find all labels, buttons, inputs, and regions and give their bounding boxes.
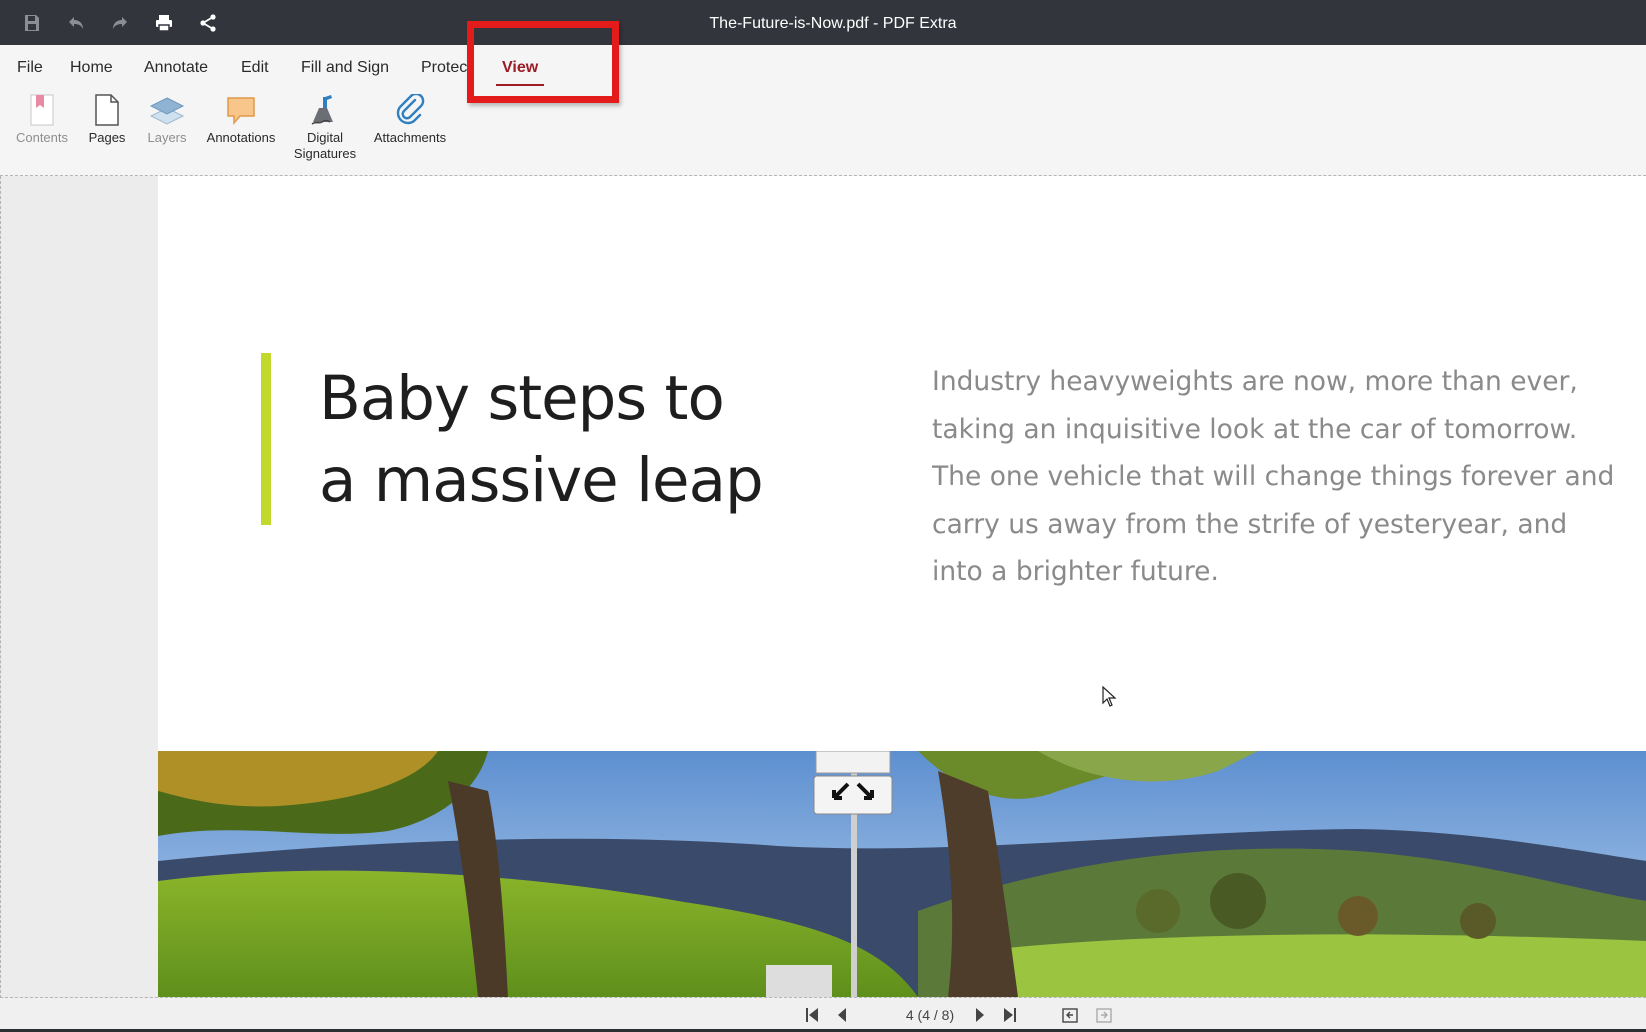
comment-icon (227, 97, 255, 126)
status-bar: 4 (4 / 8) (0, 998, 1646, 1032)
tab-file-label: File (17, 59, 43, 76)
digital-signatures-label-line2: Signatures (293, 146, 357, 161)
page-icon (95, 94, 119, 126)
layers-label: Layers (147, 130, 187, 145)
body-line: taking an inquisitive look at the car of… (932, 413, 1578, 445)
previous-page-button[interactable] (830, 1003, 854, 1027)
body-line: The one vehicle that will change things … (932, 461, 1615, 492)
go-back-view-button[interactable] (1058, 1003, 1082, 1027)
page-back-icon (1062, 1008, 1078, 1023)
digital-signatures-button[interactable]: Digital Signatures (285, 92, 365, 162)
headline: Baby steps to a massive leap (319, 358, 839, 522)
signature-pen-icon (311, 95, 333, 125)
digital-signatures-label-line1: Digital (306, 130, 344, 145)
tab-home[interactable]: Home (70, 54, 113, 84)
headline-line-2: a massive leap (319, 445, 764, 516)
pages-label: Pages (88, 130, 126, 145)
document-workspace: Baby steps to a massive leap Industry he… (0, 176, 1646, 998)
go-forward-view-button[interactable] (1092, 1003, 1116, 1027)
tab-fill-and-sign[interactable]: Fill and Sign (301, 54, 389, 84)
attachments-label: Attachments (373, 130, 447, 145)
landscape-photo (158, 751, 1646, 997)
contents-label: Contents (15, 130, 69, 145)
active-tab-underline (496, 84, 545, 86)
page-forward-icon (1096, 1008, 1112, 1023)
tab-annotate[interactable]: Annotate (144, 54, 208, 84)
last-page-button[interactable] (998, 1003, 1022, 1027)
mouse-cursor-icon (1102, 686, 1117, 707)
tab-annotate-label: Annotate (144, 59, 209, 76)
first-page-icon (806, 1008, 818, 1022)
first-page-button[interactable] (800, 1003, 824, 1027)
ribbon: File Home Annotate Edit Fill and Sign Pr… (0, 45, 1646, 176)
pdf-page[interactable]: Baby steps to a massive leap Industry he… (158, 176, 1646, 997)
next-page-icon (976, 1008, 984, 1022)
tab-protect-label: Protec (421, 59, 468, 76)
body-paragraph: Industry heavyweights are now, more than… (932, 358, 1632, 596)
annotations-label: Annotations (206, 130, 276, 145)
paperclip-icon (396, 94, 425, 125)
previous-page-icon (838, 1008, 846, 1022)
tab-home-label: Home (70, 59, 113, 76)
title-bar: The-Future-is-Now.pdf - PDF Extra (0, 0, 1646, 45)
pages-button[interactable]: Pages (82, 92, 132, 146)
body-line: carry us away from the strife of yestery… (932, 508, 1568, 540)
tab-protect[interactable]: Protec (421, 54, 467, 84)
next-page-button[interactable] (968, 1003, 992, 1027)
tab-edit-label: Edit (241, 59, 269, 76)
page-indicator[interactable]: 4 (4 / 8) (880, 1007, 980, 1023)
tab-fill-and-sign-label: Fill and Sign (301, 59, 390, 76)
tab-file[interactable]: File (17, 54, 43, 84)
layers-button[interactable]: Layers (141, 92, 193, 146)
attachments-button[interactable]: Attachments (369, 92, 451, 146)
tab-view[interactable]: View (496, 54, 545, 86)
window-title: The-Future-is-Now.pdf - PDF Extra (709, 15, 957, 32)
body-line: into a brighter future. (932, 556, 1219, 587)
last-page-icon (1004, 1008, 1016, 1022)
left-side-pane (2, 176, 158, 997)
body-line: Industry heavyweights are now, more than… (932, 366, 1578, 397)
contents-button[interactable]: Contents (11, 92, 73, 146)
annotations-button[interactable]: Annotations (201, 92, 281, 146)
headline-line-1: Baby steps to (319, 363, 725, 434)
tab-edit[interactable]: Edit (241, 54, 269, 84)
headline-accent-bar (261, 353, 271, 525)
tab-view-label: View (502, 59, 539, 76)
bookmark-icon (30, 94, 54, 126)
layers-icon (149, 97, 185, 125)
